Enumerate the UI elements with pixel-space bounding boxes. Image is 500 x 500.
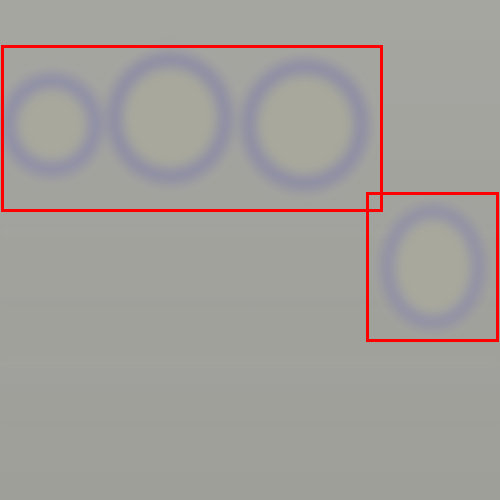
bounding-box — [366, 192, 499, 342]
bounding-box — [1, 45, 383, 212]
image-canvas — [0, 0, 500, 500]
